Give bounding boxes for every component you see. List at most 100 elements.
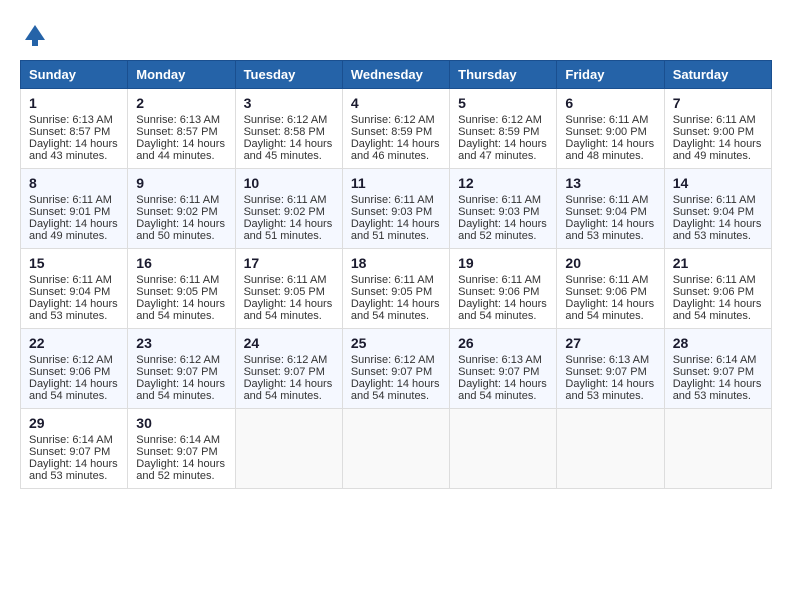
calendar-cell: 14Sunrise: 6:11 AMSunset: 9:04 PMDayligh… xyxy=(664,169,771,249)
daylight-line: Daylight: 14 hours and 48 minutes. xyxy=(565,138,654,162)
daylight-line: Daylight: 14 hours and 54 minutes. xyxy=(458,378,547,402)
calendar-cell: 21Sunrise: 6:11 AMSunset: 9:06 PMDayligh… xyxy=(664,249,771,329)
calendar-table: SundayMondayTuesdayWednesdayThursdayFrid… xyxy=(20,60,772,489)
calendar-cell xyxy=(664,409,771,489)
day-number: 18 xyxy=(351,255,441,271)
sunrise-line: Sunrise: 6:11 AM xyxy=(244,274,327,286)
sunset-line: Sunset: 9:05 PM xyxy=(244,286,325,298)
sunrise-line: Sunrise: 6:14 AM xyxy=(136,434,220,446)
day-number: 28 xyxy=(673,335,763,351)
sunrise-line: Sunrise: 6:12 AM xyxy=(244,114,328,126)
calendar-cell xyxy=(235,409,342,489)
sunrise-line: Sunrise: 6:14 AM xyxy=(673,354,757,366)
day-header-saturday: Saturday xyxy=(664,61,771,89)
daylight-line: Daylight: 14 hours and 45 minutes. xyxy=(244,138,333,162)
calendar-week-row: 15Sunrise: 6:11 AMSunset: 9:04 PMDayligh… xyxy=(21,249,772,329)
sunset-line: Sunset: 9:06 PM xyxy=(29,366,110,378)
sunrise-line: Sunrise: 6:11 AM xyxy=(351,194,434,206)
day-number: 13 xyxy=(565,175,655,191)
day-number: 22 xyxy=(29,335,119,351)
sunrise-line: Sunrise: 6:12 AM xyxy=(458,114,542,126)
day-number: 9 xyxy=(136,175,226,191)
daylight-line: Daylight: 14 hours and 47 minutes. xyxy=(458,138,547,162)
sunset-line: Sunset: 9:07 PM xyxy=(244,366,325,378)
sunrise-line: Sunrise: 6:11 AM xyxy=(136,274,219,286)
day-number: 14 xyxy=(673,175,763,191)
sunrise-line: Sunrise: 6:13 AM xyxy=(565,354,649,366)
day-number: 20 xyxy=(565,255,655,271)
day-number: 15 xyxy=(29,255,119,271)
daylight-line: Daylight: 14 hours and 52 minutes. xyxy=(136,458,225,482)
daylight-line: Daylight: 14 hours and 43 minutes. xyxy=(29,138,118,162)
sunset-line: Sunset: 9:02 PM xyxy=(244,206,325,218)
day-number: 4 xyxy=(351,95,441,111)
calendar-cell: 2Sunrise: 6:13 AMSunset: 8:57 PMDaylight… xyxy=(128,89,235,169)
sunrise-line: Sunrise: 6:12 AM xyxy=(351,114,435,126)
sunset-line: Sunset: 9:07 PM xyxy=(351,366,432,378)
sunset-line: Sunset: 9:00 PM xyxy=(673,126,754,138)
calendar-cell xyxy=(557,409,664,489)
sunrise-line: Sunrise: 6:11 AM xyxy=(29,274,112,286)
calendar-cell: 26Sunrise: 6:13 AMSunset: 9:07 PMDayligh… xyxy=(450,329,557,409)
day-header-tuesday: Tuesday xyxy=(235,61,342,89)
sunset-line: Sunset: 9:04 PM xyxy=(565,206,646,218)
sunrise-line: Sunrise: 6:11 AM xyxy=(29,194,112,206)
day-number: 2 xyxy=(136,95,226,111)
calendar-cell: 20Sunrise: 6:11 AMSunset: 9:06 PMDayligh… xyxy=(557,249,664,329)
sunrise-line: Sunrise: 6:11 AM xyxy=(136,194,219,206)
day-number: 8 xyxy=(29,175,119,191)
calendar-cell: 23Sunrise: 6:12 AMSunset: 9:07 PMDayligh… xyxy=(128,329,235,409)
calendar-cell: 22Sunrise: 6:12 AMSunset: 9:06 PMDayligh… xyxy=(21,329,128,409)
sunrise-line: Sunrise: 6:11 AM xyxy=(565,114,648,126)
sunset-line: Sunset: 9:02 PM xyxy=(136,206,217,218)
sunrise-line: Sunrise: 6:13 AM xyxy=(136,114,220,126)
calendar-cell xyxy=(450,409,557,489)
calendar-cell: 8Sunrise: 6:11 AMSunset: 9:01 PMDaylight… xyxy=(21,169,128,249)
calendar-cell: 12Sunrise: 6:11 AMSunset: 9:03 PMDayligh… xyxy=(450,169,557,249)
calendar-week-row: 1Sunrise: 6:13 AMSunset: 8:57 PMDaylight… xyxy=(21,89,772,169)
sunrise-line: Sunrise: 6:12 AM xyxy=(351,354,435,366)
daylight-line: Daylight: 14 hours and 53 minutes. xyxy=(565,378,654,402)
day-number: 16 xyxy=(136,255,226,271)
day-header-thursday: Thursday xyxy=(450,61,557,89)
logo-icon xyxy=(20,20,50,50)
sunset-line: Sunset: 9:07 PM xyxy=(136,446,217,458)
sunset-line: Sunset: 9:07 PM xyxy=(136,366,217,378)
day-number: 30 xyxy=(136,415,226,431)
calendar-cell: 11Sunrise: 6:11 AMSunset: 9:03 PMDayligh… xyxy=(342,169,449,249)
day-number: 29 xyxy=(29,415,119,431)
sunrise-line: Sunrise: 6:12 AM xyxy=(244,354,328,366)
header xyxy=(20,20,772,50)
calendar-cell: 9 Sunrise: 6:11 AMSunset: 9:02 PMDaylight… xyxy=(128,169,235,249)
sunset-line: Sunset: 9:00 PM xyxy=(565,126,646,138)
calendar-cell: 7Sunrise: 6:11 AMSunset: 9:00 PMDaylight… xyxy=(664,89,771,169)
daylight-line: Daylight: 14 hours and 52 minutes. xyxy=(458,218,547,242)
day-header-monday: Monday xyxy=(128,61,235,89)
sunrise-line: Sunrise: 6:11 AM xyxy=(351,274,434,286)
daylight-line: Daylight: 14 hours and 54 minutes. xyxy=(458,298,547,322)
daylight-line: Daylight: 14 hours and 54 minutes. xyxy=(244,378,333,402)
day-number: 5 xyxy=(458,95,548,111)
day-number: 3 xyxy=(244,95,334,111)
calendar-cell: 18Sunrise: 6:11 AMSunset: 9:05 PMDayligh… xyxy=(342,249,449,329)
sunset-line: Sunset: 8:59 PM xyxy=(351,126,432,138)
sunset-line: Sunset: 9:05 PM xyxy=(351,286,432,298)
day-number: 19 xyxy=(458,255,548,271)
sunset-line: Sunset: 9:03 PM xyxy=(458,206,539,218)
sunset-line: Sunset: 9:07 PM xyxy=(565,366,646,378)
daylight-line: Daylight: 14 hours and 49 minutes. xyxy=(673,138,762,162)
daylight-line: Daylight: 14 hours and 54 minutes. xyxy=(565,298,654,322)
daylight-line: Daylight: 14 hours and 50 minutes. xyxy=(136,218,225,242)
daylight-line: Daylight: 14 hours and 53 minutes. xyxy=(673,218,762,242)
calendar-cell: 15Sunrise: 6:11 AMSunset: 9:04 PMDayligh… xyxy=(21,249,128,329)
daylight-line: Daylight: 14 hours and 54 minutes. xyxy=(136,298,225,322)
daylight-line: Daylight: 14 hours and 51 minutes. xyxy=(244,218,333,242)
sunrise-line: Sunrise: 6:11 AM xyxy=(565,194,648,206)
calendar-cell: 6Sunrise: 6:11 AMSunset: 9:00 PMDaylight… xyxy=(557,89,664,169)
calendar-cell: 27Sunrise: 6:13 AMSunset: 9:07 PMDayligh… xyxy=(557,329,664,409)
sunrise-line: Sunrise: 6:11 AM xyxy=(458,194,541,206)
daylight-line: Daylight: 14 hours and 54 minutes. xyxy=(351,378,440,402)
calendar-cell: 4Sunrise: 6:12 AMSunset: 8:59 PMDaylight… xyxy=(342,89,449,169)
day-number: 1 xyxy=(29,95,119,111)
day-number: 25 xyxy=(351,335,441,351)
